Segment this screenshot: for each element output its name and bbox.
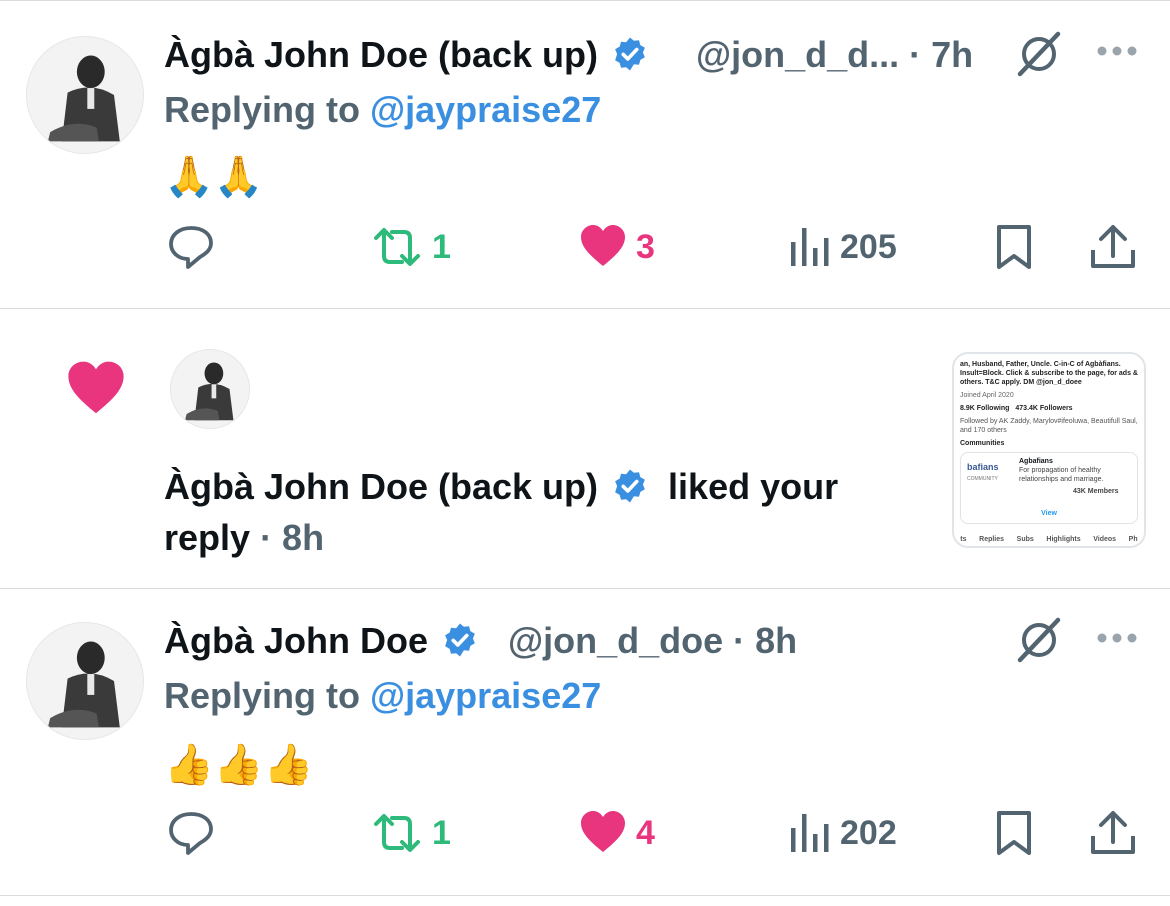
share-button[interactable] — [1088, 222, 1138, 272]
liked-reply-thumbnail[interactable]: an, Husband, Father, Uncle. C-in-C of Ag… — [952, 352, 1146, 548]
retweet-count: 1 — [432, 227, 451, 266]
thumb-communities: Communities — [960, 440, 1005, 447]
notification-avatar[interactable] — [170, 349, 250, 429]
notification-time: · 8h — [260, 517, 325, 558]
notification-action-text: liked your — [668, 466, 839, 507]
thumb-view: View — [1041, 510, 1057, 517]
tweet-body: 👍👍👍 — [164, 743, 314, 787]
views-button[interactable]: 202 — [788, 808, 897, 858]
replying-to-link[interactable]: @jaypraise27 — [370, 89, 601, 130]
thumb-bio: an, Husband, Father, Uncle. C-in-C of Ag… — [960, 361, 1138, 386]
retweet-icon — [374, 228, 420, 266]
like-button[interactable]: 4 — [578, 808, 655, 858]
notification-text: Àgbà John Doe (back up) liked your — [164, 465, 838, 509]
tweet-handle[interactable]: @jon_d_doe · 8h — [508, 619, 797, 663]
thumb-community-sub: COMMUNITY — [967, 476, 998, 482]
views-count: 202 — [840, 813, 897, 852]
like-button[interactable]: 3 — [578, 222, 655, 272]
retweet-button[interactable]: 1 — [370, 808, 451, 858]
thumb-stats: 8.9K Following 473.4K Followers — [960, 405, 1073, 412]
heart-icon — [581, 811, 625, 852]
verified-badge-icon — [442, 622, 478, 658]
tweet-author-name[interactable]: Àgbà John Doe (back up) — [164, 33, 648, 77]
bookmark-button[interactable] — [994, 222, 1034, 272]
like-count: 4 — [636, 813, 655, 852]
views-icon — [791, 228, 829, 266]
thumb-community-card: bafians COMMUNITY Agbafians For propagat… — [960, 452, 1138, 524]
bookmark-button[interactable] — [994, 808, 1034, 858]
views-button[interactable]: 205 — [788, 222, 897, 272]
retweet-icon — [374, 814, 420, 852]
replying-to-link[interactable]: @jaypraise27 — [370, 675, 601, 716]
more-options-icon[interactable] — [1096, 631, 1138, 645]
replying-to: Replying to @jaypraise27 — [164, 675, 602, 716]
retweet-button[interactable]: 1 — [370, 222, 451, 272]
heart-icon — [581, 225, 625, 266]
divider — [0, 308, 1170, 309]
tweet-body: 🙏🙏 — [164, 155, 264, 199]
share-icon — [1091, 811, 1135, 854]
divider — [0, 588, 1170, 589]
share-icon — [1091, 225, 1135, 268]
avatar-photo — [171, 350, 249, 428]
verified-badge-icon — [612, 36, 648, 72]
thumb-community-desc: For propagation of healthy relationships… — [1019, 467, 1104, 483]
avatar[interactable] — [26, 622, 144, 740]
retweet-count: 1 — [432, 813, 451, 852]
top-divider — [0, 0, 1170, 1]
avatar-photo — [27, 623, 143, 739]
share-button[interactable] — [1088, 808, 1138, 858]
tweet-time: · 7h — [909, 34, 974, 75]
thumb-tabs: ts Replies Subs Highlights Videos Ph — [960, 536, 1138, 543]
views-count: 205 — [840, 227, 897, 266]
tweet-time: · 8h — [733, 620, 798, 661]
more-options-icon[interactable] — [1096, 44, 1138, 58]
reply-button[interactable] — [166, 808, 216, 858]
thumb-joined: Joined April 2020 — [960, 392, 1014, 399]
grok-icon[interactable] — [1014, 28, 1064, 78]
like-notification-heart-icon — [64, 358, 128, 418]
bookmark-icon — [997, 811, 1031, 855]
bookmark-icon — [997, 225, 1031, 269]
reply-icon — [169, 226, 213, 269]
avatar-photo — [27, 37, 143, 153]
notification-text-line2: reply · 8h — [164, 517, 325, 558]
avatar[interactable] — [26, 36, 144, 154]
thumb-community-name: Agbafians — [1019, 458, 1053, 465]
thumb-followed-by: Followed by AK Zaddy, Marylov#ifeoluwa, … — [960, 418, 1138, 434]
thumb-community-logo: bafians — [967, 462, 999, 472]
like-count: 3 — [636, 227, 655, 266]
reply-button[interactable] — [166, 222, 216, 272]
replying-to: Replying to @jaypraise27 — [164, 89, 602, 130]
thumb-members: 43K Members — [1073, 488, 1119, 495]
tweet-handle[interactable]: @jon_d_d... · 7h — [696, 33, 973, 77]
verified-badge-icon — [612, 468, 648, 504]
reply-icon — [169, 812, 213, 855]
notification-user-name[interactable]: Àgbà John Doe (back up) — [164, 466, 598, 507]
divider — [0, 895, 1170, 896]
tweet-author-name[interactable]: Àgbà John Doe — [164, 619, 478, 663]
grok-icon[interactable] — [1014, 614, 1064, 664]
views-icon — [791, 814, 829, 852]
